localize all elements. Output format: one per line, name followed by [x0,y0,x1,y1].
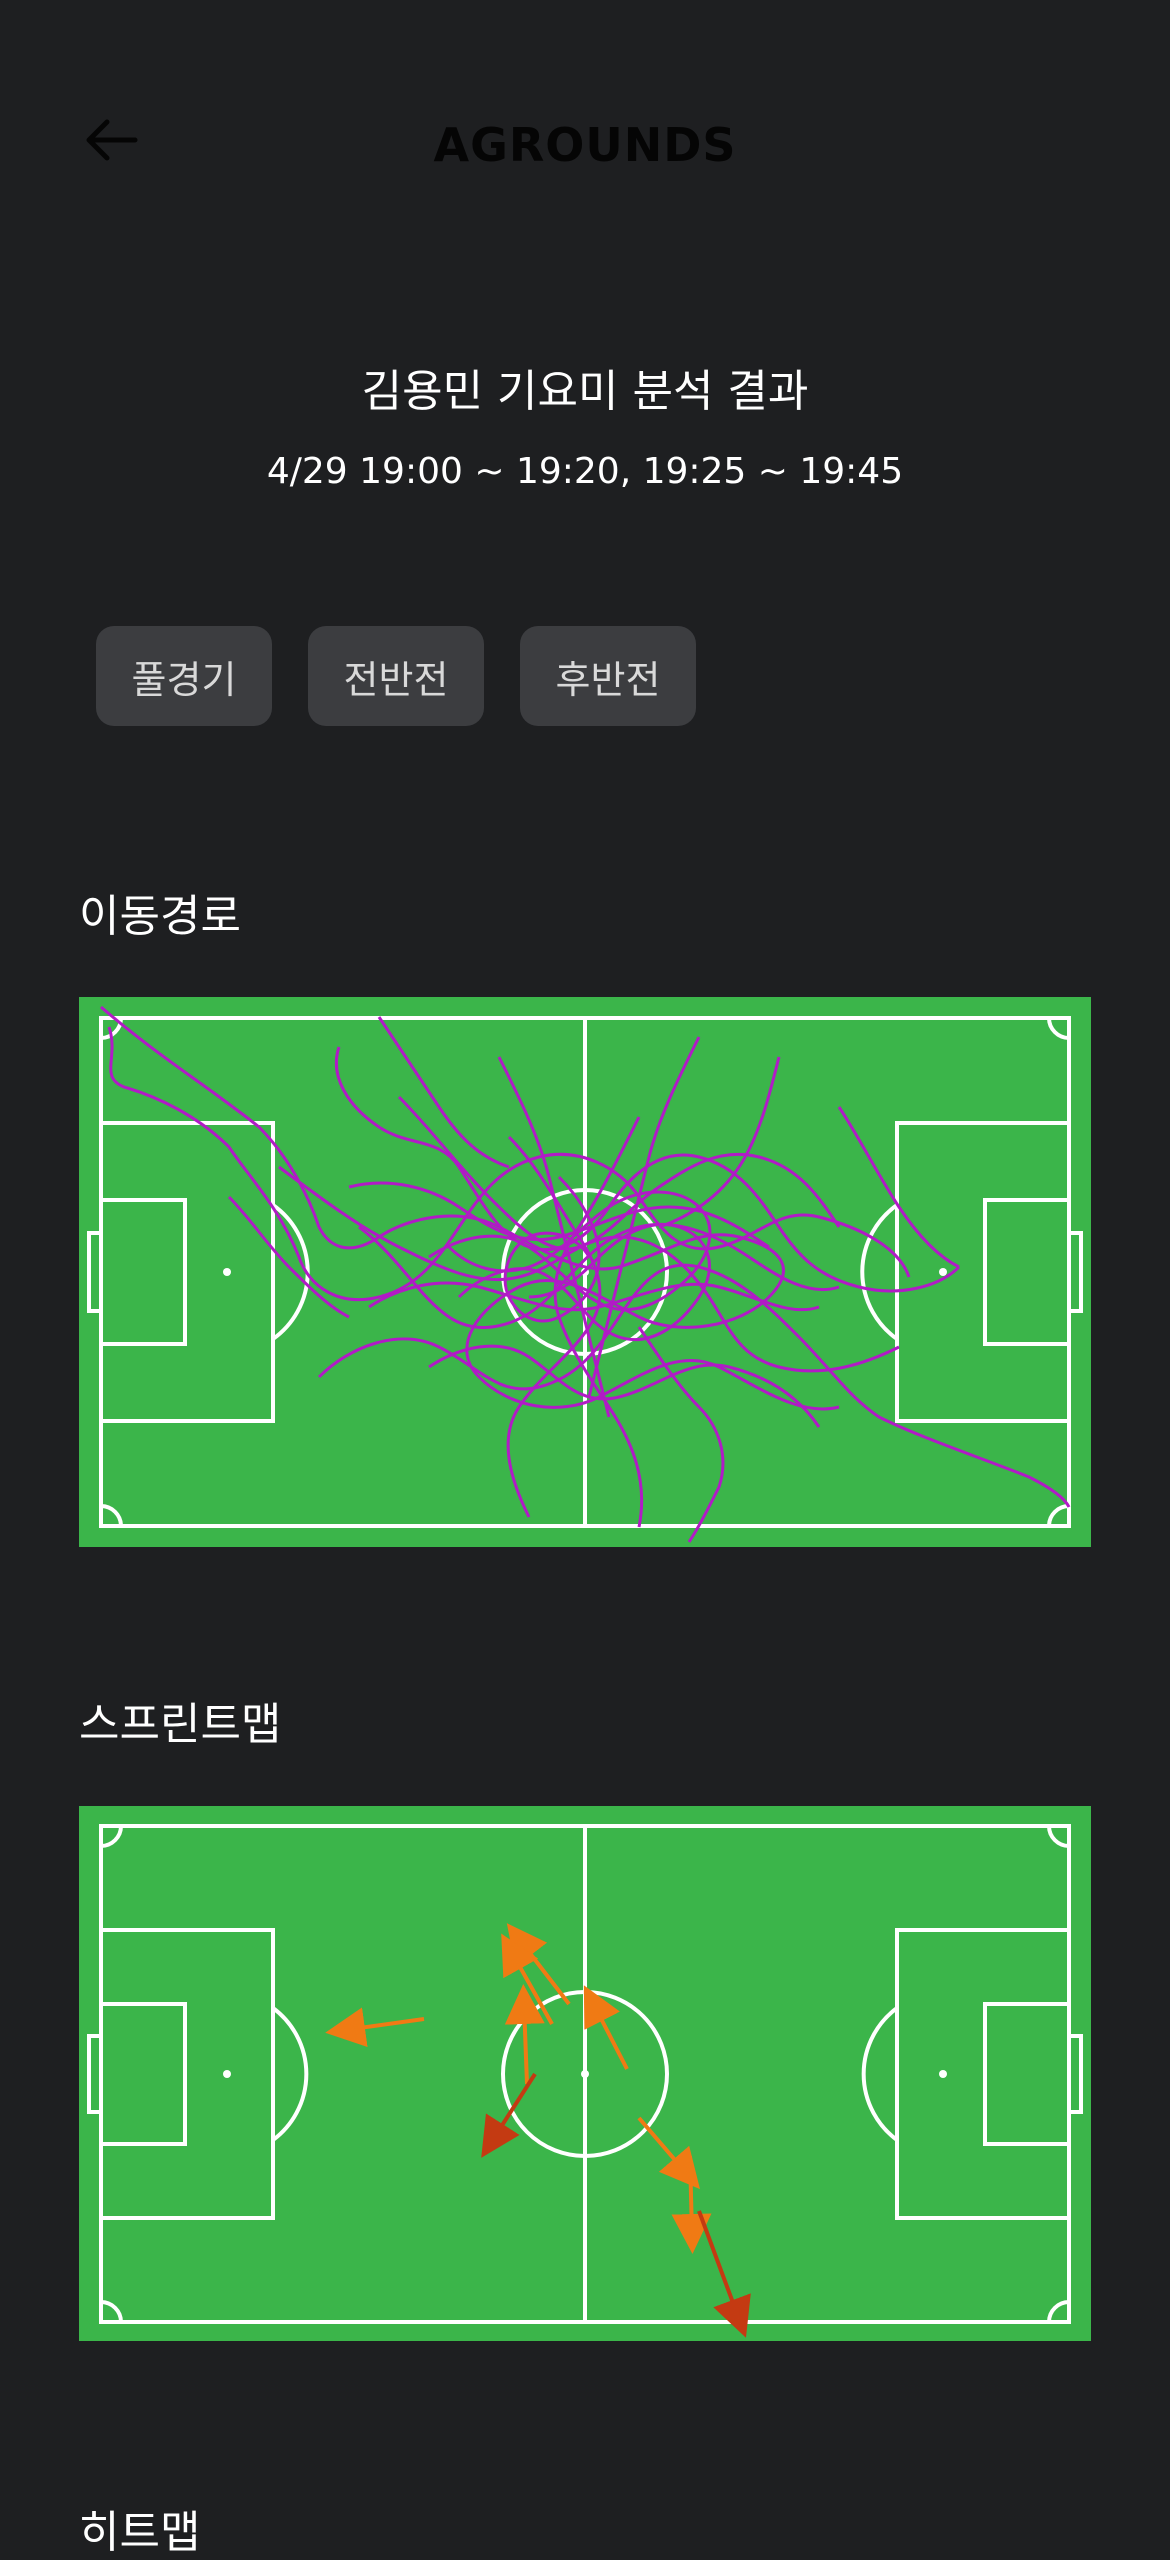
section-title-path: 이동경로 [79,891,241,942]
movement-path-map [79,997,1091,1547]
movement-path-pitch [79,997,1091,1547]
section-title-heatmap: 히트맵 [79,2507,201,2558]
section-title-sprint: 스프린트맵 [79,1699,282,1750]
app-header: AGROUNDS [0,0,1170,300]
tab-first-half[interactable]: 전반전 [308,626,484,726]
tab-second-half[interactable]: 후반전 [520,626,696,726]
tab-full-match[interactable]: 풀경기 [96,626,272,726]
sprint-map [79,1806,1091,2341]
period-tabs: 풀경기 전반전 후반전 [96,626,696,726]
sprint-map-pitch [79,1806,1091,2356]
analysis-title: 김용민 기요미 분석 결과 [361,366,809,417]
analysis-time-range: 4/29 19:00 ~ 19:20, 19:25 ~ 19:45 [266,451,904,492]
analysis-header: 김용민 기요미 분석 결과 4/29 19:00 ~ 19:20, 19:25 … [0,355,1170,492]
app-title: AGROUNDS [433,118,737,172]
